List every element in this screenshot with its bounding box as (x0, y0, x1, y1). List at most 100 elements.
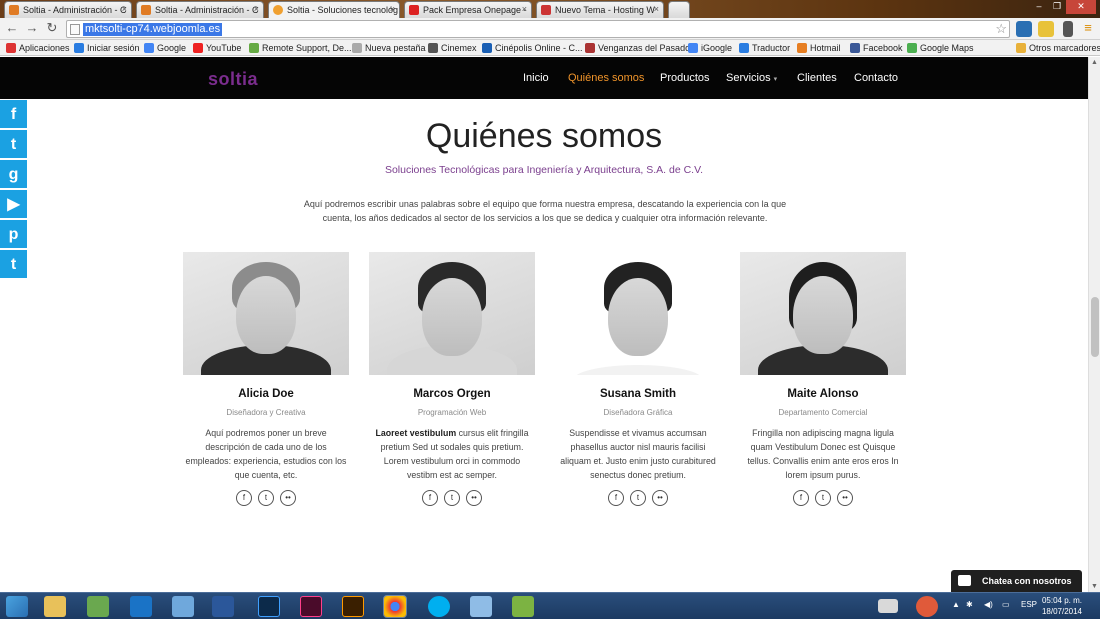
page-icon (70, 24, 80, 35)
calculator-icon[interactable] (512, 596, 534, 617)
bookmark-cinemex[interactable]: Cinemex (428, 42, 477, 54)
reload-icon[interactable]: ↻ (44, 20, 60, 36)
member-social-links: f t •• (183, 490, 349, 506)
tab-soltia-admin-2[interactable]: Soltia - Administración - C × (136, 1, 264, 18)
bookmark-google[interactable]: Google (144, 42, 186, 54)
bookmark-star-icon[interactable]: ☆ (995, 21, 1007, 37)
menu-servicios[interactable]: Servicios ▾ (726, 72, 777, 84)
page-scrollbar[interactable]: ▲ ▼ (1088, 57, 1100, 592)
new-tab-button[interactable] (668, 1, 690, 18)
remote-support-icon (249, 43, 259, 53)
facebook-icon[interactable]: f (793, 490, 809, 506)
outlook-icon[interactable] (130, 596, 152, 617)
bookmark-venganzas[interactable]: Venganzas del Pasado (585, 42, 690, 54)
minimize-icon[interactable]: – (1030, 0, 1048, 14)
flickr-icon[interactable]: •• (280, 490, 296, 506)
chrome-menu-icon[interactable]: ≡ (1080, 20, 1096, 36)
site-logo[interactable]: soltia (208, 69, 258, 90)
tumblr-icon[interactable]: t (0, 250, 27, 279)
cinepolis-icon (482, 43, 492, 53)
photoshop-icon[interactable] (258, 596, 280, 617)
notepad-icon[interactable] (470, 596, 492, 617)
maximize-icon[interactable]: ❐ (1048, 0, 1066, 14)
flickr-icon[interactable]: •• (466, 490, 482, 506)
flickr-icon[interactable]: •• (652, 490, 668, 506)
bookmark-google-maps[interactable]: Google Maps (907, 42, 974, 54)
close-tab-icon[interactable]: × (522, 4, 527, 14)
illustrator-icon[interactable] (342, 596, 364, 617)
network-icon[interactable]: ✱ (966, 600, 973, 609)
address-bar[interactable]: mktsolti-cp74.webjoomla.es ☆ (66, 20, 1010, 38)
skype-icon[interactable] (428, 596, 450, 617)
close-tab-icon[interactable]: × (122, 4, 127, 14)
bookmark-igoogle[interactable]: iGoogle (688, 42, 732, 54)
close-tab-icon[interactable]: × (654, 4, 659, 14)
pen-extension-icon[interactable] (1063, 21, 1073, 37)
tab-soltia-admin-1[interactable]: Soltia - Administración - C × (4, 1, 132, 18)
youtube-icon[interactable]: ▶ (0, 190, 27, 219)
twitter-icon[interactable]: t (630, 490, 646, 506)
chrome-icon[interactable] (383, 595, 407, 618)
scroll-up-icon[interactable]: ▲ (1091, 59, 1098, 66)
menu-inicio[interactable]: Inicio (523, 72, 549, 84)
tab-nuevo-tema[interactable]: Nuevo Tema - Hosting W × (536, 1, 664, 18)
cinemex-icon (428, 43, 438, 53)
close-tab-icon[interactable]: × (390, 4, 395, 14)
tray-arrow-icon[interactable]: ▲ (952, 600, 960, 609)
close-window-icon[interactable]: ✕ (1066, 0, 1096, 14)
notification-app-icon[interactable] (916, 596, 938, 617)
flickr-icon[interactable]: •• (837, 490, 853, 506)
bookmark-traductor[interactable]: Traductor (739, 42, 790, 54)
scrollbar-thumb[interactable] (1091, 297, 1099, 357)
bookmark-aplicaciones[interactable]: Aplicaciones (6, 42, 70, 54)
keyboard-icon[interactable] (878, 599, 898, 613)
facebook-icon[interactable]: f (608, 490, 624, 506)
tab-soltia-soluciones[interactable]: Soltia - Soluciones tecnológ × (268, 1, 400, 18)
site-navbar: soltia Inicio Quiénes somos Productos Se… (0, 57, 1088, 99)
explorer-icon[interactable] (44, 596, 66, 617)
close-tab-icon[interactable]: × (254, 4, 259, 14)
other-bookmarks[interactable]: Otros marcadores (1016, 42, 1100, 54)
scroll-down-icon[interactable]: ▼ (1091, 583, 1098, 590)
twitter-icon[interactable]: t (815, 490, 831, 506)
member-role: Departamento Comercial (778, 408, 868, 417)
bookmark-youtube[interactable]: YouTube (193, 42, 241, 54)
indesign-icon[interactable] (300, 596, 322, 617)
bookmark-remote-support[interactable]: Remote Support, De... (249, 42, 352, 54)
company-subtitle: Soluciones Tecnológicas para Ingeniería … (384, 164, 704, 176)
member-name: Marcos Orgen (413, 388, 491, 400)
windows-start-icon[interactable] (6, 596, 28, 617)
bookmark-hotmail[interactable]: Hotmail (797, 42, 841, 54)
apps-icon[interactable] (87, 596, 109, 617)
menu-productos[interactable]: Productos (660, 72, 710, 84)
bookmark-nueva-pestana[interactable]: Nueva pestaña (352, 42, 426, 54)
twitter-icon[interactable]: t (258, 490, 274, 506)
menu-clientes[interactable]: Clientes (797, 72, 837, 84)
language-indicator[interactable]: ESP (1021, 600, 1037, 609)
facebook-icon[interactable]: f (422, 490, 438, 506)
clock[interactable]: 05:04 p. m. 18/07/2014 (1042, 595, 1082, 617)
bookmark-cinepolis[interactable]: Cinépolis Online - C... (482, 42, 583, 54)
youtube-icon (409, 5, 419, 15)
tab-pack-empresa[interactable]: Pack Empresa Onepage - × (404, 1, 532, 18)
extension-icon[interactable] (1016, 21, 1032, 37)
member-description: Fringilla non adipiscing magna ligula qu… (747, 428, 899, 480)
facebook-icon[interactable]: f (236, 490, 252, 506)
pinterest-icon[interactable]: p (0, 220, 27, 249)
member-description: Aquí podremos poner un breve descripción… (185, 428, 347, 480)
menu-quienes-somos[interactable]: Quiénes somos (568, 72, 644, 84)
bookmark-facebook[interactable]: Facebook (850, 42, 903, 54)
word-icon[interactable] (212, 596, 234, 617)
menu-contacto[interactable]: Contacto (854, 72, 898, 84)
notes-extension-icon[interactable] (1038, 21, 1054, 37)
google-icon (144, 43, 154, 53)
chat-widget-button[interactable]: Chatea con nosotros (951, 570, 1082, 592)
url-text[interactable]: mktsolti-cp74.webjoomla.es (83, 23, 223, 36)
volume-icon[interactable]: ◀) (984, 600, 993, 609)
twitter-icon[interactable]: t (444, 490, 460, 506)
paint-icon[interactable] (172, 596, 194, 617)
display-icon[interactable]: ▭ (1002, 600, 1010, 609)
back-icon[interactable]: ← (4, 20, 20, 36)
bookmark-iniciar-sesion[interactable]: Iniciar sesión (74, 42, 140, 54)
forward-icon[interactable]: → (24, 20, 40, 36)
